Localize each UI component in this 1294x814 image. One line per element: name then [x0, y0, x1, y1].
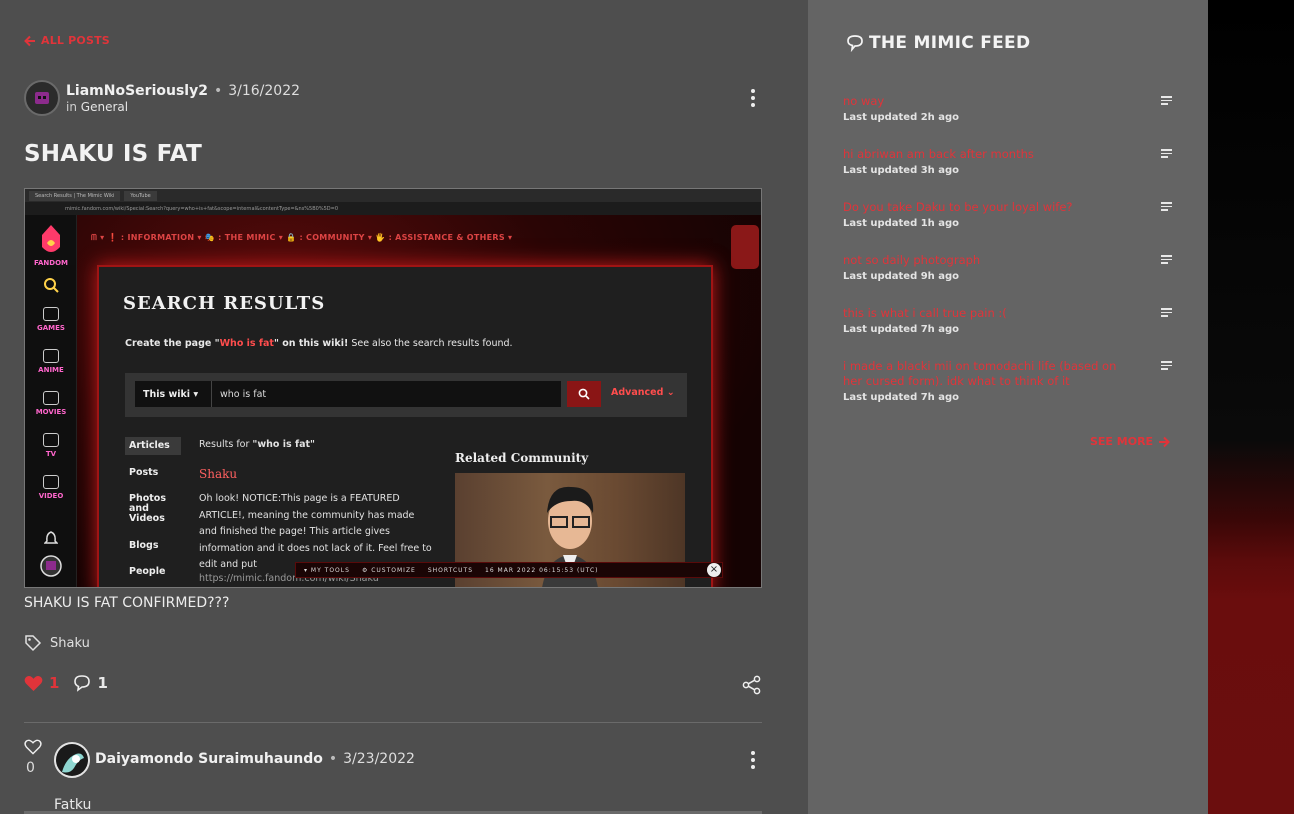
like-button[interactable]: 1 — [24, 674, 59, 692]
divider — [24, 722, 762, 723]
browser-tabs: Search Results | The Mimic Wiki YouTube — [25, 189, 761, 202]
heart-filled-icon — [24, 675, 43, 691]
tag-shaku[interactable]: Shaku — [24, 634, 90, 652]
feed-item: this is what i call true pain :( Last up… — [843, 306, 1173, 335]
feed-item-link[interactable]: no way — [843, 94, 1133, 109]
comment-icon — [74, 675, 91, 692]
fandom-toolbar: ▾ MY TOOLS ⚙ CUSTOMIZE SHORTCUTS 16 MAR … — [295, 562, 723, 578]
post-category: in General — [66, 99, 129, 114]
details-icon[interactable] — [1161, 96, 1173, 105]
avatar[interactable] — [24, 80, 60, 116]
comment-count: 1 — [97, 674, 108, 692]
reply-like-button[interactable] — [24, 739, 42, 759]
feed-item: Do you take Daku to be your loyal wife? … — [843, 200, 1173, 229]
post-title: SHAKU IS FAT — [24, 141, 203, 167]
arrow-left-icon — [24, 35, 35, 46]
feed-item: i made a blacki mii on tomodachi life (b… — [843, 359, 1173, 403]
feed-item-link[interactable]: this is what i call true pain :( — [843, 306, 1133, 321]
fandom-nav: ᗰ ▾ ❗ : INFORMATION ▾ 🎭 : THE MIMIC ▾ 🔒 … — [91, 233, 513, 242]
embedded-search-bar: This wiki ▾ who is fat Advanced ⌄ — [125, 373, 687, 417]
details-icon[interactable] — [1161, 308, 1173, 317]
tag-label: Shaku — [50, 635, 90, 651]
search-results-panel: SEARCH RESULTS Create the page "Who is f… — [97, 265, 713, 587]
search-results-heading: SEARCH RESULTS — [123, 293, 326, 314]
separator-dot: • — [213, 82, 223, 99]
post-image[interactable]: Search Results | The Mimic Wiki YouTube … — [24, 188, 762, 588]
post-author[interactable]: LiamNoSeriously2 — [66, 83, 208, 99]
fandom-sidebar: FANDOM GAMES ANIME MOVIES TV VIDEO — [25, 215, 77, 587]
feed-item-time: Last updated 9h ago — [843, 271, 960, 282]
see-more-link[interactable]: SEE MORE — [1090, 435, 1170, 448]
page-backdrop — [1208, 0, 1294, 814]
reply-header: Daiyamondo Suraimuhaundo • 3/23/2022 — [95, 751, 415, 767]
bell-icon — [43, 531, 59, 544]
post-column: ALL POSTS LiamNoSeriously2 • 3/16/2022 i… — [0, 0, 808, 814]
reply-more-options-icon[interactable] — [743, 748, 763, 772]
reply-like-count: 0 — [26, 760, 35, 776]
details-icon[interactable] — [1161, 149, 1173, 158]
details-icon[interactable] — [1161, 202, 1173, 211]
post-more-options-icon[interactable] — [743, 86, 763, 110]
user-avatar-icon — [40, 555, 62, 577]
feed-item-time: Last updated 2h ago — [843, 112, 960, 123]
create-page-text: Create the page "Who is fat" on this wik… — [125, 338, 513, 349]
reply-author[interactable]: Daiyamondo Suraimuhaundo — [95, 751, 323, 767]
close-icon: × — [707, 563, 721, 577]
feed-item-time: Last updated 3h ago — [843, 165, 960, 176]
post-body: SHAKU IS FAT CONFIRMED??? — [24, 595, 230, 611]
like-count: 1 — [49, 674, 60, 692]
feed-item-link[interactable]: hi abriwan am back after months — [843, 147, 1133, 162]
feed-item-time: Last updated 1h ago — [843, 218, 960, 229]
mimic-feed-panel: THE MIMIC FEED no way Last updated 2h ag… — [808, 0, 1208, 814]
share-icon — [742, 675, 761, 695]
fandom-logo-icon — [42, 225, 60, 252]
reply-date: 3/23/2022 — [343, 751, 415, 767]
details-icon[interactable] — [1161, 361, 1173, 370]
heart-outline-icon — [24, 739, 42, 755]
feed-title: THE MIMIC FEED — [846, 33, 1030, 53]
post-date: 3/16/2022 — [228, 82, 301, 99]
arrow-right-icon — [1159, 436, 1170, 447]
feed-item: hi abriwan am back after months Last upd… — [843, 147, 1173, 176]
share-button[interactable] — [742, 675, 762, 699]
comment-button[interactable]: 1 — [73, 674, 108, 692]
separator-dot: • — [328, 751, 338, 767]
feed-item-time: Last updated 7h ago — [843, 392, 960, 403]
feed-item: not so daily photograph Last updated 9h … — [843, 253, 1173, 282]
tag-icon — [25, 635, 42, 652]
feed-item-link[interactable]: not so daily photograph — [843, 253, 1133, 268]
post-actions: 1 1 — [24, 674, 108, 692]
feed-item-link[interactable]: Do you take Daku to be your loyal wife? — [843, 200, 1133, 215]
reply-avatar[interactable] — [54, 742, 90, 778]
post-header: LiamNoSeriously2 • 3/16/2022 in General — [24, 80, 300, 116]
chat-bubble-icon — [847, 35, 863, 52]
all-posts-label: ALL POSTS — [41, 34, 110, 47]
category-link[interactable]: General — [81, 100, 128, 114]
feed-item-time: Last updated 7h ago — [843, 324, 960, 335]
feed-item: no way Last updated 2h ago — [843, 94, 1173, 123]
details-icon[interactable] — [1161, 255, 1173, 264]
feed-item-link[interactable]: i made a blacki mii on tomodachi life (b… — [843, 359, 1133, 389]
see-more-label: SEE MORE — [1090, 435, 1154, 448]
browser-url: mimic.fandom.com/wiki/Special:Search?que… — [25, 202, 761, 215]
all-posts-link[interactable]: ALL POSTS — [24, 34, 110, 47]
search-icon — [44, 278, 59, 293]
